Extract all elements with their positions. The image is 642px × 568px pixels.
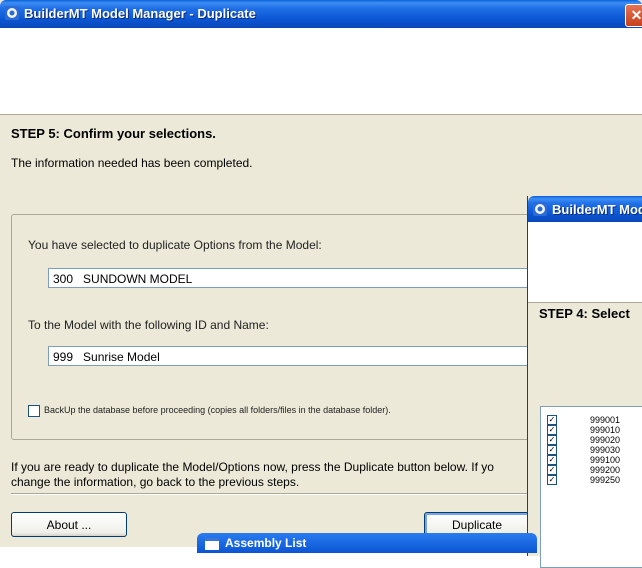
source-model-field: 300 SUNDOWN MODEL [48,268,588,288]
app-icon [533,202,547,216]
step4-header-panel [528,222,642,303]
main-title-bar[interactable]: BuilderMT Model Manager - Duplicate ✕ [0,0,642,28]
main-window-title: BuilderMT Model Manager - Duplicate [24,6,256,21]
backup-checkbox-label: BackUp the database before proceeding (c… [44,405,391,415]
source-model-label: You have selected to duplicate Options f… [28,238,322,252]
option-list[interactable]: ✓ 999001 ✓ 999010 ✓ 999020 ✓ 999030 ✓ 999100 ✓ 9992… [540,406,642,568]
list-item-code: 999001 [590,415,621,425]
target-model-field: 999 Sunrise Model [48,346,588,366]
list-item-code: 999200 [590,465,621,475]
list-item-code: 999020 [590,435,621,445]
list-item-checkbox[interactable]: ✓ [547,445,557,455]
instruction-text: If you are ready to duplicate the Model/… [11,460,531,490]
app-icon [5,6,19,20]
list-item-checkbox[interactable]: ✓ [547,425,557,435]
list-item-checkbox[interactable]: ✓ [547,465,557,475]
step-title: STEP 5: Confirm your selections. [11,126,216,141]
step4-title: STEP 4: Select [539,306,630,321]
close-button[interactable]: ✕ [625,4,642,27]
step4-window[interactable]: BuilderMT Mod STEP 4: Select ✓ 999001 ✓ 999… [527,196,642,568]
list-item-checkbox[interactable]: ✓ [547,415,557,425]
close-icon: ✕ [630,7,642,23]
list-item-checkbox[interactable]: ✓ [547,475,557,485]
about-button[interactable]: About ... [11,512,127,537]
list-item-code: 999030 [590,445,621,455]
backup-checkbox[interactable] [28,405,40,417]
assembly-list-window[interactable]: Assembly List [197,533,537,553]
list-item-code: 999010 [590,425,621,435]
list-item-code: 999250 [590,475,621,485]
list-item-code: 999100 [590,455,621,465]
assembly-list-title: Assembly List [225,536,307,550]
list-item-checkbox[interactable]: ✓ [547,455,557,465]
wizard-header-panel [0,28,642,115]
list-item-checkbox[interactable]: ✓ [547,435,557,445]
step4-title-bar[interactable]: BuilderMT Mod [528,196,642,222]
instruction-line-1: If you are ready to duplicate the Model/… [11,460,494,474]
step4-window-title: BuilderMT Mod [552,202,642,217]
window-icon [205,538,219,550]
info-text: The information needed has been complete… [11,156,253,170]
target-model-label: To the Model with the following ID and N… [28,318,269,332]
instruction-line-2: change the information, go back to the p… [11,475,300,489]
